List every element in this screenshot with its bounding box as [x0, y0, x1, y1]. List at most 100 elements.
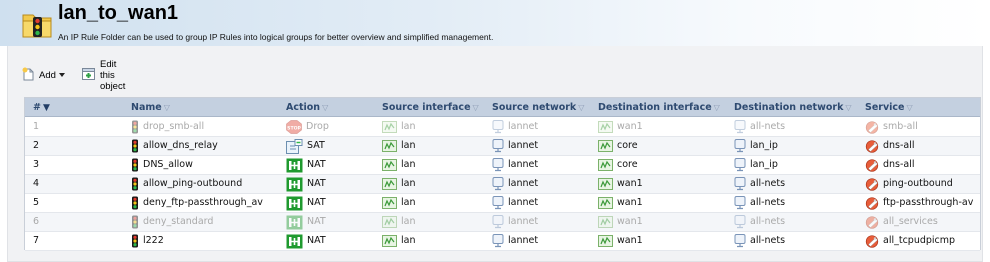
column-header-source-network[interactable]: Source network ▽ — [492, 98, 584, 117]
column-header-source-interface[interactable]: Source interface ▽ — [382, 98, 479, 117]
sat-icon — [286, 138, 303, 154]
interface-icon — [382, 235, 397, 247]
sort-icon: ▽ — [578, 103, 585, 112]
cell-text: lannet — [508, 197, 539, 208]
cell-dst-if: wan1 — [598, 175, 730, 193]
cell-text: lan_ip — [750, 159, 778, 170]
sort-icon: ▽ — [322, 103, 329, 112]
cell-text: wan1 — [617, 178, 643, 189]
cell-text: all_tcpudpicmp — [883, 235, 956, 246]
cell-text: all-nets — [750, 197, 786, 208]
address-object-icon — [492, 234, 504, 248]
cell-text: dns-all — [883, 159, 915, 170]
cell-name: l222 — [131, 232, 281, 250]
interface-icon — [598, 178, 613, 190]
service-icon — [865, 234, 879, 248]
cell-dst-if: wan1 — [598, 194, 730, 212]
cell-text: NAT — [307, 235, 326, 246]
cell-text: deny_ftp-passthrough_av — [143, 197, 263, 208]
page-title: lan_to_wan1 — [58, 2, 179, 24]
cell-text: 4 — [33, 178, 40, 189]
address-object-icon — [492, 158, 504, 172]
column-header-service[interactable]: Service ▽ — [865, 98, 913, 117]
cell-text: wan1 — [617, 216, 643, 227]
cell-text: lannet — [508, 235, 539, 246]
cell-src-if: lan — [382, 232, 488, 250]
add-button-label: Add — [39, 69, 56, 81]
cell-src-net: lannet — [492, 232, 594, 250]
cell-text: all-nets — [750, 178, 786, 189]
edit-object-icon — [81, 67, 96, 84]
address-object-icon — [734, 139, 746, 153]
cell-text: core — [617, 140, 638, 151]
add-button[interactable]: Add — [21, 66, 65, 84]
column-header-action[interactable]: Action ▽ — [286, 98, 328, 117]
address-object-icon — [492, 120, 504, 134]
cell-text: NAT — [307, 216, 326, 227]
cell-text: deny_standard — [143, 216, 214, 227]
table-row[interactable]: 2 allow_dns_relay SAT lan lannet core lan_ip dn… — [25, 137, 980, 156]
address-object-icon — [492, 215, 504, 229]
table-header: # ▼ Name ▽ Action ▽ Source interface ▽ Sourc… — [25, 98, 980, 117]
cell-text: NAT — [307, 197, 326, 208]
cell-name: allow_dns_relay — [131, 137, 281, 155]
cell-text: lannet — [508, 159, 539, 170]
cell-src-if: lan — [382, 156, 488, 174]
service-icon — [865, 139, 879, 153]
service-icon — [865, 196, 879, 210]
table-row[interactable]: 3 DNS_allow NAT lan lannet core lan_ip dns-all — [25, 156, 980, 175]
table-row[interactable]: 5 deny_ftp-passthrough_av NAT lan lannet wan1… — [25, 194, 980, 213]
interface-icon — [382, 159, 397, 171]
cell-text: lan — [401, 121, 416, 132]
column-header-destination-interface[interactable]: Destination interface ▽ — [598, 98, 720, 117]
chevron-down-icon — [58, 73, 65, 77]
cell-src-net: lannet — [492, 118, 594, 136]
cell-text: lan — [401, 159, 416, 170]
cell-text: 5 — [33, 197, 40, 208]
cell-dst-net: all-nets — [734, 118, 861, 136]
cell-text: lan — [401, 235, 416, 246]
cell-text: ftp-passthrough-av — [883, 197, 974, 208]
svg-text:STOP: STOP — [287, 125, 301, 131]
table-row[interactable]: 7 l222 NAT lan lannet wan1 all-nets all_tcpudpi… — [25, 232, 980, 251]
cell-action: NAT — [286, 156, 378, 174]
stop-icon: STOP — [286, 120, 302, 134]
cell-dst-net: lan_ip — [734, 156, 861, 174]
address-object-icon — [734, 158, 746, 172]
nat-icon — [286, 196, 303, 211]
cell-action: NAT — [286, 194, 378, 212]
cell-dst-net: all-nets — [734, 194, 861, 212]
interface-icon — [382, 197, 397, 209]
cell-action: NAT — [286, 213, 378, 231]
cell-text: NAT — [307, 178, 326, 189]
column-header-number[interactable]: # ▼ — [33, 98, 50, 117]
sort-desc-icon: ▼ — [42, 103, 50, 113]
cell-dst-if: wan1 — [598, 118, 730, 136]
cell-text: SAT — [307, 140, 325, 151]
traffic-light-icon — [131, 215, 139, 229]
cell-text: smb-all — [883, 121, 918, 132]
column-header-name[interactable]: Name ▽ — [131, 98, 170, 117]
edit-object-button[interactable]: Edit this object — [81, 59, 125, 92]
new-document-icon — [21, 67, 35, 84]
cell-text: allow_ping-outbound — [143, 178, 243, 189]
cell-text: 2 — [33, 140, 40, 151]
cell-text: 1 — [33, 121, 40, 132]
cell-service: all_tcpudpicmp — [865, 232, 978, 250]
column-header-destination-network[interactable]: Destination network ▽ — [734, 98, 852, 117]
service-icon — [865, 177, 879, 191]
address-object-icon — [492, 196, 504, 210]
table-row[interactable]: 1 drop_smb-all STOP Drop lan lannet wan1 all-ne… — [25, 118, 980, 137]
cell-text: ping-outbound — [883, 178, 953, 189]
cell-num: 3 — [33, 156, 123, 174]
table-row[interactable]: 6 deny_standard NAT lan lannet wan1 all-nets al… — [25, 213, 980, 232]
cell-num: 6 — [33, 213, 123, 231]
interface-icon — [382, 216, 397, 228]
cell-src-net: lannet — [492, 175, 594, 193]
cell-text: core — [617, 159, 638, 170]
interface-icon — [598, 216, 613, 228]
cell-dst-net: all-nets — [734, 175, 861, 193]
cell-text: drop_smb-all — [143, 121, 205, 132]
sort-icon: ▽ — [713, 103, 720, 112]
table-row[interactable]: 4 allow_ping-outbound NAT lan lannet wan1 all-… — [25, 175, 980, 194]
